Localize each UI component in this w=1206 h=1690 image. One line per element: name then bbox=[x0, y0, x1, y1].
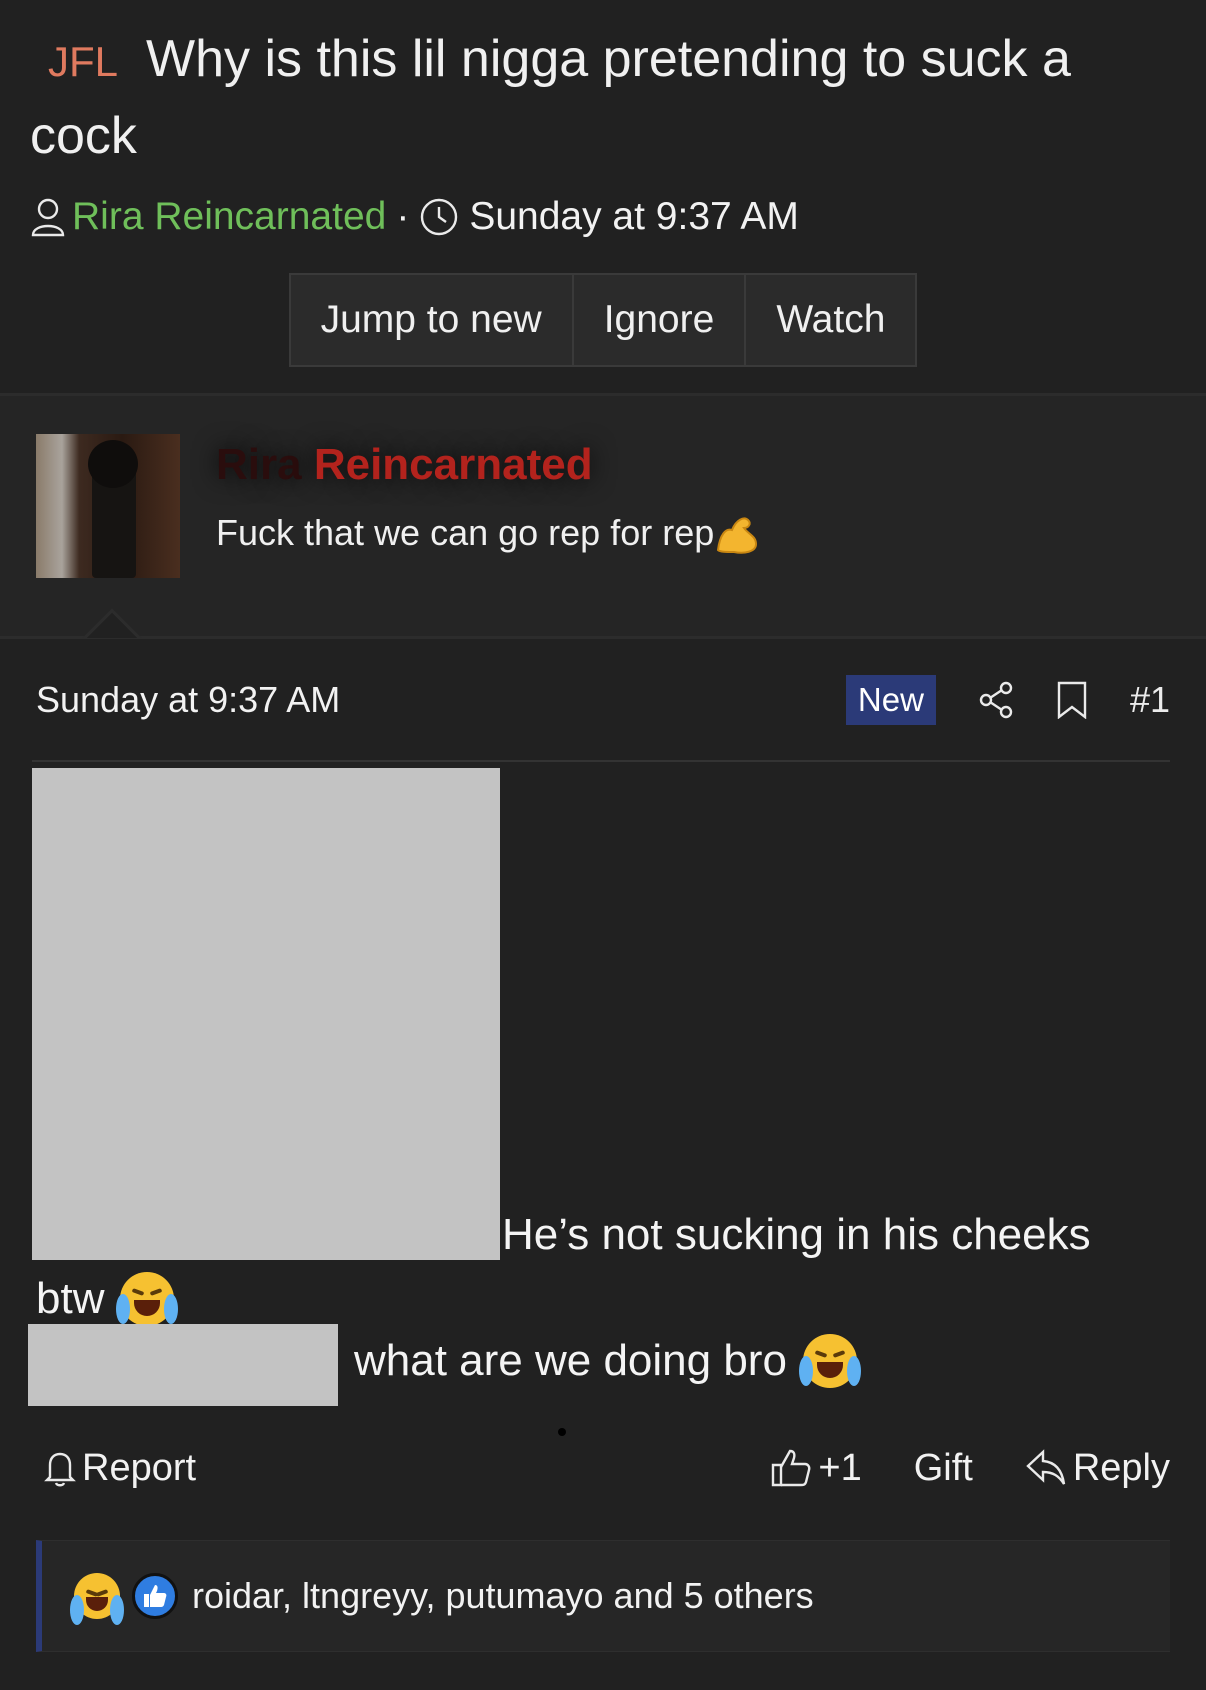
user-title: Fuck that we can go rep for rep bbox=[216, 510, 760, 556]
clock-icon bbox=[421, 198, 458, 236]
thread-prefix[interactable]: JFL bbox=[48, 38, 118, 85]
post-meta: Sunday at 9:37 AM New #1 bbox=[36, 672, 1170, 728]
reply-label: Reply bbox=[1072, 1446, 1170, 1489]
user-title-text: Fuck that we can go rep for rep bbox=[216, 512, 715, 553]
report-label: Report bbox=[82, 1446, 197, 1489]
thread-title: JFL Why is this lil nigga pretending to s… bbox=[30, 22, 1176, 173]
post-body-line: what are we doing bro bbox=[354, 1334, 861, 1388]
post-username[interactable]: Rira Reincarnated bbox=[216, 440, 593, 490]
redacted-media bbox=[28, 1324, 338, 1406]
reactions-summary[interactable]: roidar, ltngreyy, putumayo and 5 others bbox=[192, 1575, 814, 1617]
stray-dot bbox=[558, 1428, 566, 1436]
post-number[interactable]: #1 bbox=[1130, 679, 1170, 721]
divider bbox=[0, 636, 1206, 639]
gift-label: Gift bbox=[913, 1446, 973, 1489]
post-body-line: He’s not sucking in his cheeks bbox=[502, 1210, 1091, 1259]
thread-header: JFL Why is this lil nigga pretending to s… bbox=[0, 0, 1206, 367]
reply-button[interactable]: Reply bbox=[1025, 1447, 1170, 1490]
bookmark-icon[interactable] bbox=[1056, 681, 1088, 719]
notch-pointer bbox=[80, 604, 144, 638]
laughing-crying-emoji bbox=[70, 1573, 124, 1625]
gift-button[interactable]: Gift bbox=[914, 1447, 973, 1490]
thread-title-text: Why is this lil nigga pretending to suck… bbox=[30, 30, 1071, 165]
post-divider bbox=[32, 760, 1170, 762]
reactions-bar[interactable]: roidar, ltngreyy, putumayo and 5 others bbox=[36, 1540, 1170, 1652]
share-icon[interactable] bbox=[978, 681, 1014, 719]
report-button[interactable]: Report bbox=[44, 1447, 718, 1490]
avatar-head bbox=[88, 440, 138, 488]
post-user-block: Rira Reincarnated Fuck that we can go re… bbox=[0, 396, 1206, 638]
new-badge: New bbox=[845, 675, 936, 725]
thread-meta: Rira Reincarnated · Sunday at 9:37 AM bbox=[30, 195, 1176, 239]
avatar[interactable] bbox=[36, 434, 180, 578]
laughing-crying-emoji bbox=[798, 1334, 861, 1388]
like-button[interactable]: +1 bbox=[770, 1446, 862, 1490]
thread-date[interactable]: Sunday at 9:37 AM bbox=[469, 195, 799, 239]
flexed-bicep-icon bbox=[717, 517, 758, 554]
user-icon bbox=[31, 198, 65, 237]
bell-icon bbox=[44, 1452, 76, 1487]
post-body-text: btw bbox=[36, 1274, 105, 1323]
watch-button[interactable]: Watch bbox=[746, 273, 918, 367]
reply-icon bbox=[1026, 1449, 1066, 1485]
post-body-text: what are we doing bro bbox=[354, 1336, 787, 1385]
like-label: +1 bbox=[818, 1446, 862, 1489]
post-date[interactable]: Sunday at 9:37 AM bbox=[36, 679, 846, 721]
post-body-line: btw bbox=[36, 1272, 179, 1326]
username-last: Reincarnated bbox=[313, 440, 593, 489]
username-first: Rira bbox=[216, 440, 302, 489]
thread-button-group: Jump to new Ignore Watch bbox=[30, 273, 1176, 367]
thread-author-link[interactable]: Rira Reincarnated bbox=[72, 195, 386, 239]
ignore-button[interactable]: Ignore bbox=[573, 273, 747, 367]
post-actions: Report +1 Gift Reply bbox=[44, 1440, 1170, 1496]
laughing-crying-emoji bbox=[116, 1272, 179, 1326]
redacted-media bbox=[32, 768, 500, 1260]
thumbs-up-icon bbox=[772, 1449, 811, 1487]
jump-to-new-button[interactable]: Jump to new bbox=[288, 273, 574, 367]
meta-separator: · bbox=[396, 195, 410, 238]
like-reaction-icon bbox=[132, 1573, 178, 1619]
